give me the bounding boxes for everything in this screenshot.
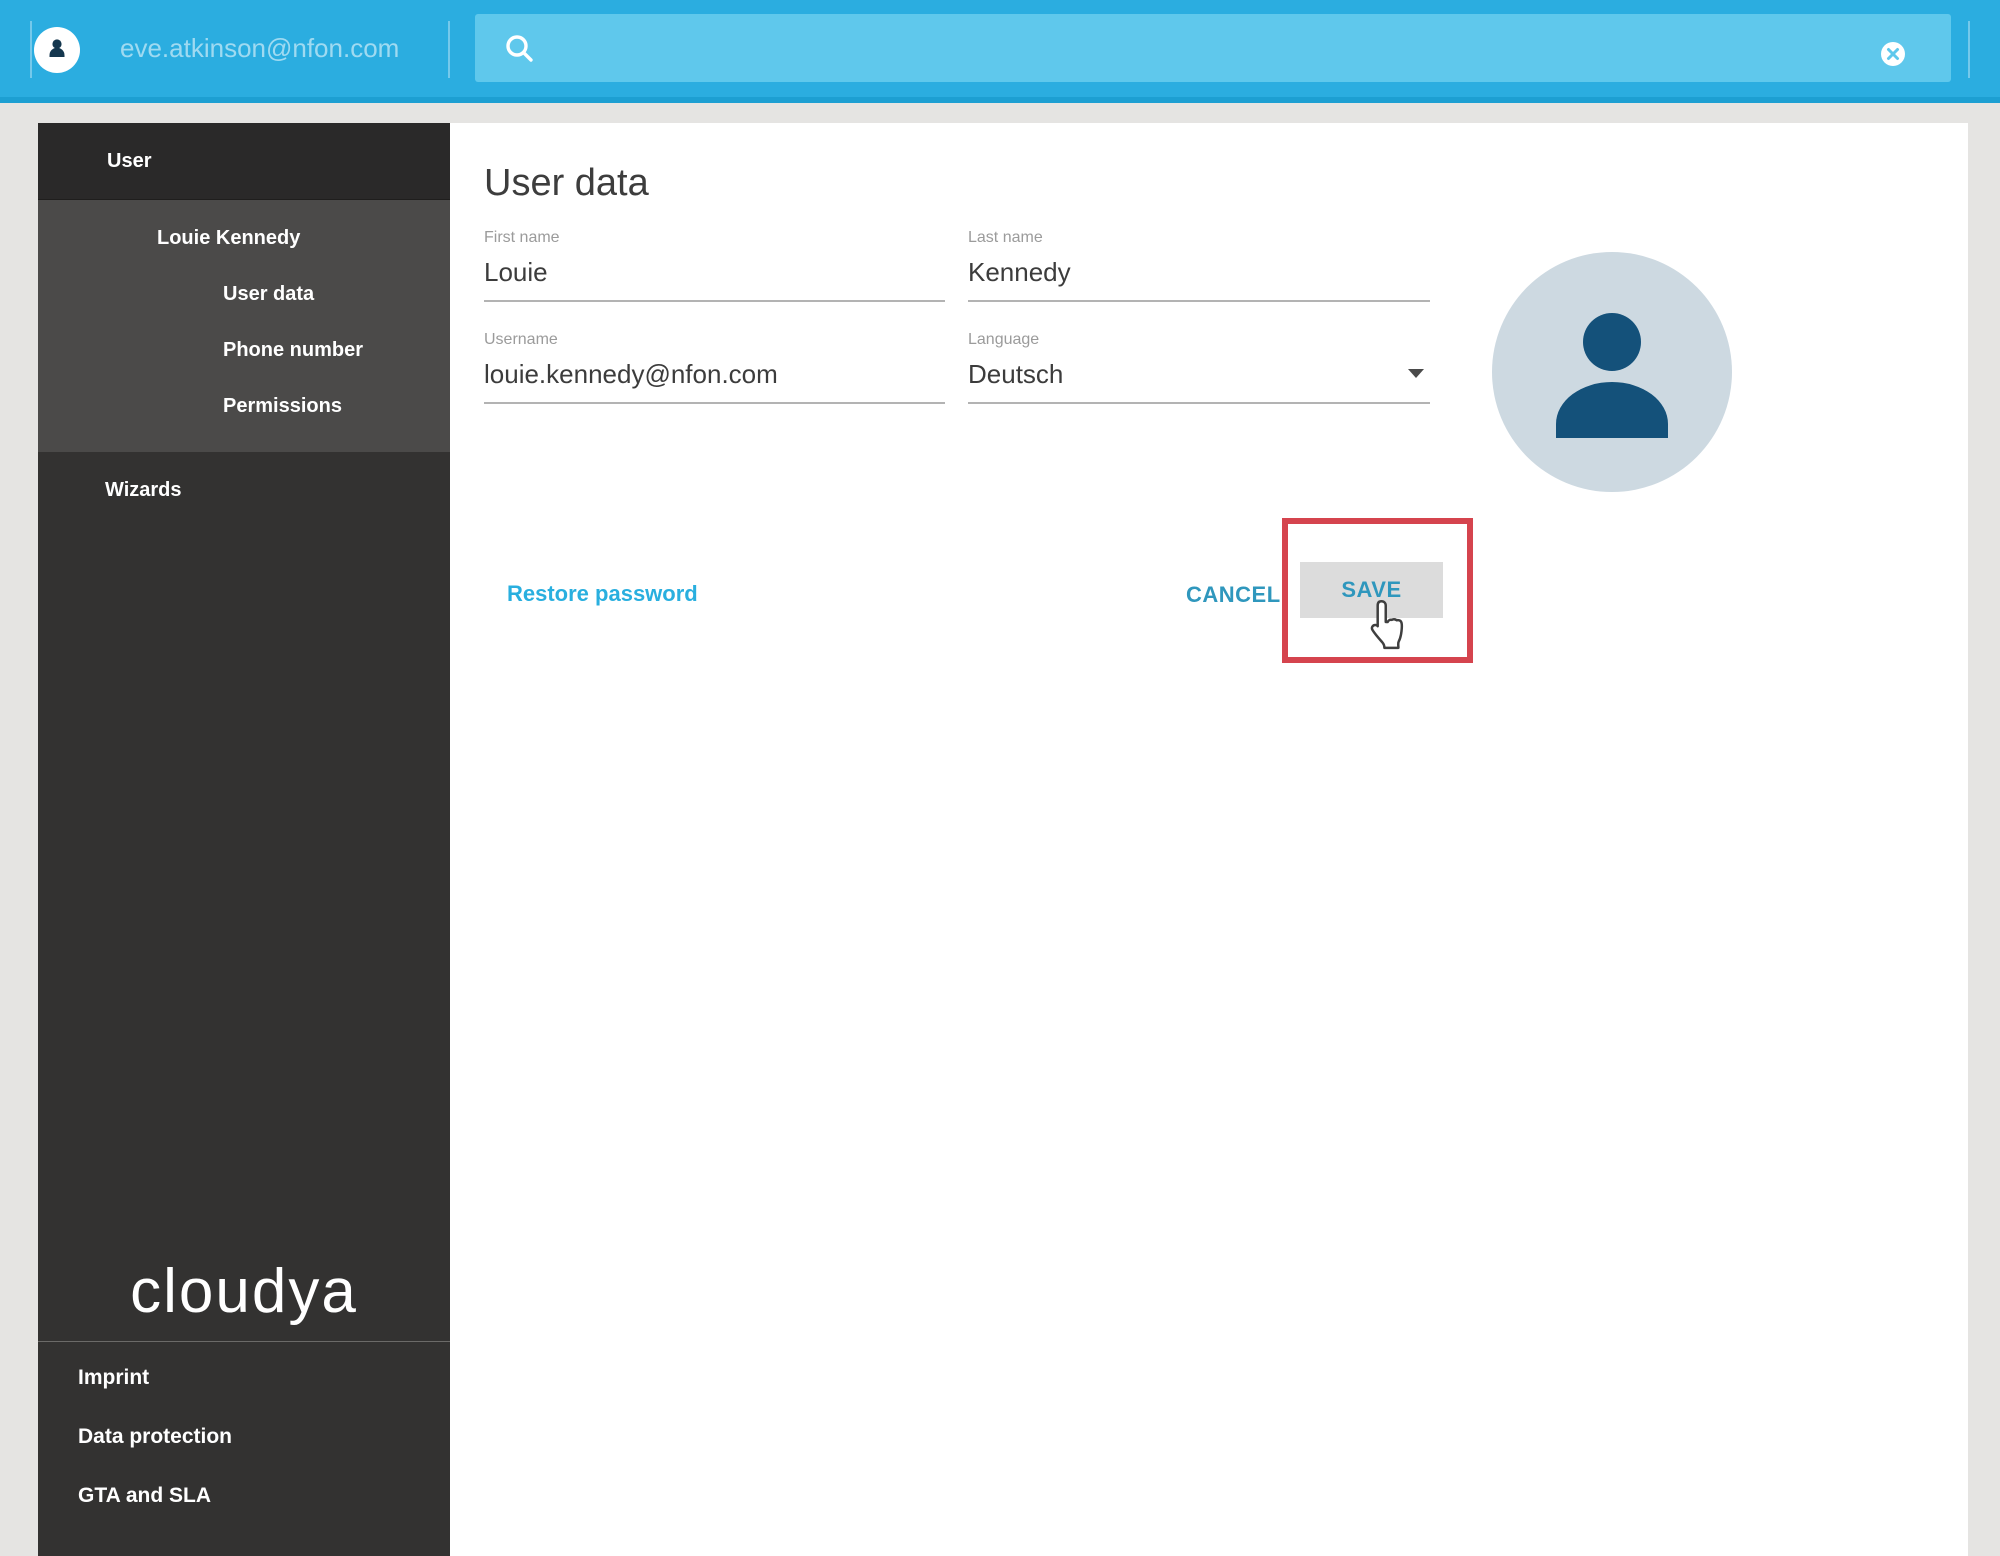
sidebar-item-louie-kennedy[interactable]: Louie Kennedy [38, 210, 450, 266]
search-icon [503, 32, 537, 71]
cancel-button[interactable]: CANCEL [1180, 581, 1287, 609]
sidebar-item-label: Louie Kennedy [157, 226, 301, 249]
sidebar-item-phone-number[interactable]: Phone number [38, 322, 450, 378]
clear-search-icon[interactable] [1880, 41, 1906, 67]
sidebar-user-submenu: Louie Kennedy User data Phone number Per… [38, 200, 450, 452]
footer-link-data-protection[interactable]: Data protection [78, 1425, 450, 1449]
topbar-divider [1968, 21, 1970, 78]
sidebar-item-label: Phone number [223, 338, 364, 361]
username-label: Username [484, 331, 558, 348]
person-icon [42, 33, 72, 68]
sidebar-item-label: Permissions [223, 394, 342, 417]
save-button[interactable]: SAVE [1300, 562, 1443, 618]
search-bar [475, 14, 1951, 84]
logged-in-user-email[interactable]: eve.atkinson@nfon.com [120, 0, 399, 97]
search-input[interactable] [551, 14, 1881, 84]
language-field-group: Language Deutsch [968, 331, 1430, 404]
page-title: User data [484, 162, 649, 204]
first-name-label: First name [484, 229, 560, 246]
sidebar-item-user[interactable]: User [38, 123, 450, 200]
sidebar-navigation: User Louie Kennedy User data Phone numbe… [38, 123, 450, 1556]
sidebar-item-label: User [107, 149, 152, 172]
main-content-panel: User data First name Last name Username … [450, 123, 1968, 1556]
language-label: Language [968, 331, 1040, 348]
topbar-divider [30, 21, 32, 78]
first-name-input[interactable] [484, 249, 945, 302]
last-name-input[interactable] [968, 249, 1430, 302]
language-selected-value: Deutsch [968, 359, 1064, 389]
footer-link-imprint[interactable]: Imprint [78, 1366, 450, 1390]
profile-avatar[interactable] [1492, 252, 1732, 492]
footer-link-gta-and-sla[interactable]: GTA and SLA [78, 1484, 450, 1508]
username-field-group: Username [484, 331, 945, 404]
sidebar-footer: cloudya Imprint Data protection GTA and … [38, 1241, 450, 1556]
cloudya-logo: cloudya [130, 1256, 358, 1326]
username-input[interactable] [484, 351, 945, 404]
sidebar-item-label: Wizards [105, 478, 182, 501]
topbar-divider [448, 21, 450, 78]
sidebar-item-permissions[interactable]: Permissions [38, 378, 450, 434]
last-name-field-group: Last name [968, 229, 1430, 302]
sidebar-item-wizards[interactable]: Wizards [38, 460, 450, 520]
person-icon [1492, 250, 1732, 495]
language-select[interactable]: Deutsch [968, 351, 1430, 404]
chevron-down-icon [1408, 369, 1424, 378]
account-avatar[interactable] [34, 27, 80, 73]
sidebar-item-label: User data [223, 282, 315, 305]
top-bar: eve.atkinson@nfon.com [0, 0, 2000, 103]
first-name-field-group: First name [484, 229, 945, 302]
sidebar-item-user-data[interactable]: User data [38, 266, 450, 322]
restore-password-link[interactable]: Restore password [507, 581, 698, 607]
last-name-label: Last name [968, 229, 1043, 246]
